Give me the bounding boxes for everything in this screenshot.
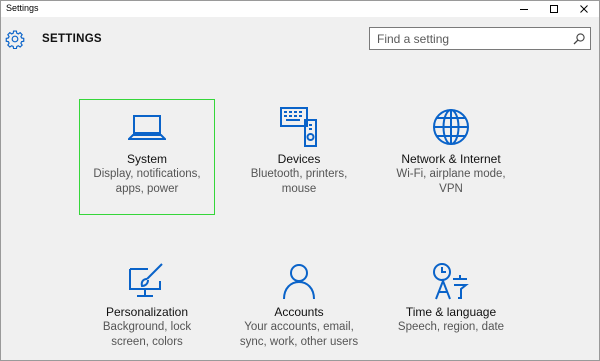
person-icon xyxy=(283,264,315,300)
personalization-icon xyxy=(129,263,163,297)
tile-label: Devices xyxy=(277,152,321,166)
devices-icon xyxy=(280,107,317,147)
settings-window: Settings SETTINGS Find a setting System … xyxy=(0,0,600,361)
tile-label: Accounts xyxy=(274,305,324,319)
tile-network-internet[interactable]: Network & Internet Wi-Fi, airplane mode,… xyxy=(384,100,518,214)
tile-description: apps, power xyxy=(115,183,179,195)
window-title: Settings xyxy=(6,3,39,13)
tile-description: Speech, region, date xyxy=(397,321,505,333)
tile-description: Display, notifications, xyxy=(93,168,201,180)
tile-label: Network & Internet xyxy=(401,152,501,166)
laptop-icon xyxy=(128,115,166,140)
search-icon[interactable] xyxy=(572,32,586,46)
window-controls xyxy=(509,1,599,17)
title-bar: Settings xyxy=(1,1,599,17)
tile-personalization[interactable]: Personalization Background, lock screen,… xyxy=(80,255,214,359)
tile-description: mouse xyxy=(281,183,317,195)
close-button[interactable] xyxy=(569,1,599,17)
tile-label: System xyxy=(126,152,167,166)
tile-description: screen, colors xyxy=(111,336,183,348)
tile-description: Your accounts, email, xyxy=(244,321,354,333)
settings-header: SETTINGS xyxy=(1,17,599,63)
tile-system[interactable]: System Display, notifications, apps, pow… xyxy=(79,99,215,215)
tile-label: Time & language xyxy=(405,305,497,319)
tile-description: VPN xyxy=(439,183,463,195)
tile-description: Background, lock xyxy=(102,321,192,333)
search-input[interactable] xyxy=(370,28,566,49)
close-icon xyxy=(580,5,588,13)
tile-description: Wi-Fi, airplane mode, xyxy=(396,168,506,180)
tile-label: Personalization xyxy=(105,305,189,319)
time-language-icon xyxy=(433,263,469,300)
minimize-icon xyxy=(520,9,528,10)
maximize-button[interactable] xyxy=(539,1,569,17)
tile-accounts[interactable]: Accounts Your accounts, email, sync, wor… xyxy=(232,255,366,359)
maximize-icon xyxy=(550,5,558,13)
tile-description: sync, work, other users xyxy=(239,336,359,348)
tile-time-language[interactable]: Time & language Speech, region, date xyxy=(384,255,518,359)
search-box[interactable] xyxy=(369,27,591,50)
tile-devices[interactable]: Devices Bluetooth, printers, mouse xyxy=(232,100,366,214)
globe-icon xyxy=(433,109,469,145)
gear-icon xyxy=(5,30,25,49)
page-title: SETTINGS xyxy=(42,33,102,45)
tile-description: Bluetooth, printers, xyxy=(250,168,348,180)
minimize-button[interactable] xyxy=(509,1,539,17)
